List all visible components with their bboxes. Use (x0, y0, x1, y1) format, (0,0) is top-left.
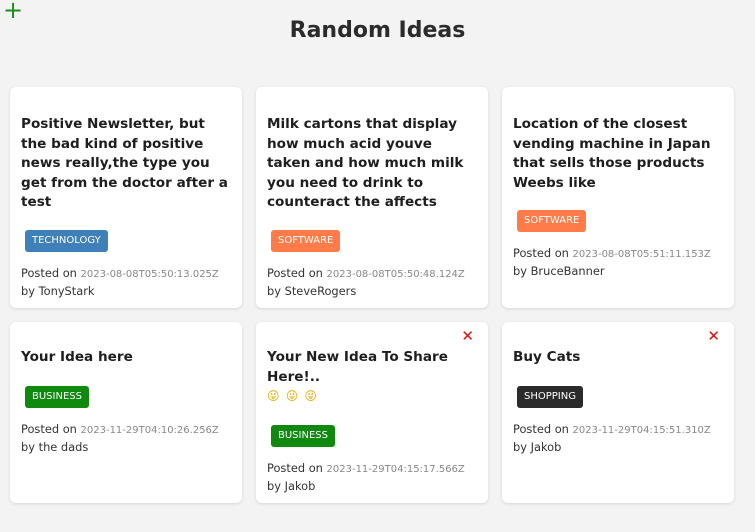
idea-meta: Posted on 2023-11-29T04:15:17.566Z by Ja… (267, 460, 477, 495)
idea-text-line: Your New Idea To Share Here!.. (267, 349, 448, 385)
idea-date: 2023-11-29T04:15:17.566Z (326, 463, 465, 475)
posted-label: Posted on (267, 265, 323, 280)
tag-badge: SHOPPING (517, 385, 583, 408)
posted-label: Posted on (513, 246, 569, 260)
idea-card: Positive Newsletter, but the bad kind of… (10, 87, 242, 308)
idea-meta: Posted on 2023-08-08T05:50:13.025Z by To… (21, 265, 231, 300)
tag-badge: SOFTWARE (517, 210, 587, 232)
tag-badge: TECHNOLOGY (25, 229, 108, 252)
idea-date: 2023-11-29T04:10:26.256Z (80, 424, 219, 436)
idea-meta: Posted on 2023-11-29T04:15:51.310Z by Ja… (513, 421, 723, 456)
posted-label: Posted on (513, 421, 569, 436)
idea-text: Buy Cats (513, 349, 581, 365)
ideas-grid: Positive Newsletter, but the bad kind of… (10, 87, 755, 503)
idea-date: 2023-08-08T05:50:48.124Z (326, 268, 465, 280)
idea-text: Positive Newsletter, but the bad kind of… (21, 116, 228, 210)
idea-text: Your Idea here (21, 349, 133, 365)
idea-date: 2023-11-29T04:15:51.310Z (572, 424, 711, 436)
idea-author: TonyStark (38, 283, 95, 298)
idea-card: Location of the closest vending machine … (502, 87, 734, 308)
idea-card: ✕ Your New Idea To Share Here!.. 😜 😜 😜 B… (256, 322, 488, 503)
posted-label: Posted on (21, 265, 77, 280)
idea-card: Milk cartons that display how much acid … (256, 87, 488, 308)
idea-author: Jakob (284, 478, 316, 493)
tag-badge: BUSINESS (271, 424, 335, 447)
idea-text: Your New Idea To Share Here!.. 😜 😜 😜 (267, 348, 477, 407)
by-label: by (513, 264, 527, 278)
idea-author: the dads (38, 439, 89, 454)
idea-meta: Posted on 2023-11-29T04:10:26.256Z by th… (21, 421, 231, 456)
idea-card: Your Idea here BUSINESS Posted on 2023-1… (10, 322, 242, 503)
posted-label: Posted on (267, 460, 323, 475)
idea-meta: Posted on 2023-08-08T05:50:48.124Z by St… (267, 265, 477, 300)
by-label: by (513, 439, 527, 454)
idea-date: 2023-08-08T05:50:13.025Z (80, 268, 219, 280)
idea-author: BruceBanner (530, 264, 605, 278)
idea-date: 2023-08-08T05:51:11.153Z (572, 249, 711, 260)
idea-author: Jakob (530, 439, 562, 454)
tag-badge: BUSINESS (25, 385, 89, 408)
idea-meta: Posted on 2023-08-08T05:51:11.153Z by Br… (513, 245, 723, 280)
by-label: by (21, 283, 35, 298)
idea-text: Location of the closest vending machine … (513, 116, 711, 191)
by-label: by (267, 478, 281, 493)
delete-icon[interactable]: ✕ (707, 327, 720, 345)
idea-author: SteveRogers (284, 283, 357, 298)
by-label: by (21, 439, 35, 454)
posted-label: Posted on (21, 421, 77, 436)
by-label: by (267, 283, 281, 298)
idea-text: Milk cartons that display how much acid … (267, 116, 464, 210)
tag-badge: SOFTWARE (271, 229, 341, 252)
page-title: Random Ideas (289, 18, 466, 43)
delete-icon[interactable]: ✕ (461, 327, 474, 345)
emoji-icons: 😜 😜 😜 (267, 389, 318, 403)
idea-card: ✕ Buy Cats SHOPPING Posted on 2023-11-29… (502, 322, 734, 503)
